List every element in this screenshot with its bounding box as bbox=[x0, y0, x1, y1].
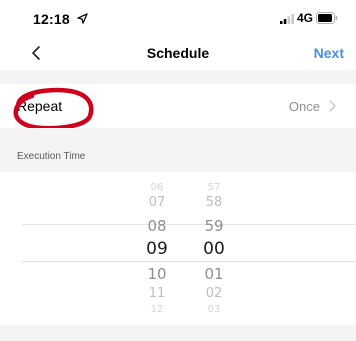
status-time: 12:18 bbox=[33, 11, 70, 27]
picker-selection-line-top bbox=[22, 224, 356, 225]
hour-selected[interactable]: 09 bbox=[137, 239, 177, 259]
signal-icon bbox=[280, 14, 294, 24]
minute-option[interactable]: 59 bbox=[194, 217, 234, 235]
repeat-label: Repeat bbox=[17, 98, 63, 114]
execution-time-label: Execution Time bbox=[17, 151, 86, 162]
picker-selection-line-bottom bbox=[22, 261, 356, 262]
minute-option[interactable]: 58 bbox=[194, 195, 234, 210]
next-button[interactable]: Next bbox=[314, 45, 344, 61]
execution-time-header: Execution Time bbox=[0, 128, 356, 172]
chevron-right-icon bbox=[329, 100, 336, 112]
minute-option[interactable]: 02 bbox=[194, 286, 234, 301]
minute-option[interactable]: 01 bbox=[194, 265, 234, 283]
repeat-value: Once bbox=[288, 99, 320, 114]
repeat-row[interactable]: Repeat Once bbox=[0, 84, 356, 128]
bottom-divider bbox=[0, 325, 356, 341]
location-arrow-icon bbox=[77, 13, 88, 24]
nav-bar: Schedule Next bbox=[0, 36, 356, 70]
time-picker[interactable]: 06 07 08 09 10 11 12 57 58 59 00 01 02 03 bbox=[0, 172, 356, 320]
hour-option[interactable]: 08 bbox=[137, 217, 177, 235]
page-title: Schedule bbox=[146, 45, 210, 61]
minute-selected[interactable]: 00 bbox=[194, 239, 234, 259]
minute-option[interactable]: 03 bbox=[194, 304, 234, 315]
minute-option[interactable]: 57 bbox=[194, 182, 234, 193]
status-bar: 12:18 4G bbox=[0, 0, 356, 36]
hour-option[interactable]: 06 bbox=[137, 182, 177, 193]
hour-option[interactable]: 12 bbox=[137, 304, 177, 315]
network-label: 4G bbox=[297, 11, 314, 25]
hour-option[interactable]: 10 bbox=[137, 265, 177, 283]
hour-option[interactable]: 07 bbox=[137, 195, 177, 210]
battery-icon bbox=[316, 12, 338, 24]
hour-option[interactable]: 11 bbox=[137, 286, 177, 301]
section-divider bbox=[0, 70, 356, 84]
